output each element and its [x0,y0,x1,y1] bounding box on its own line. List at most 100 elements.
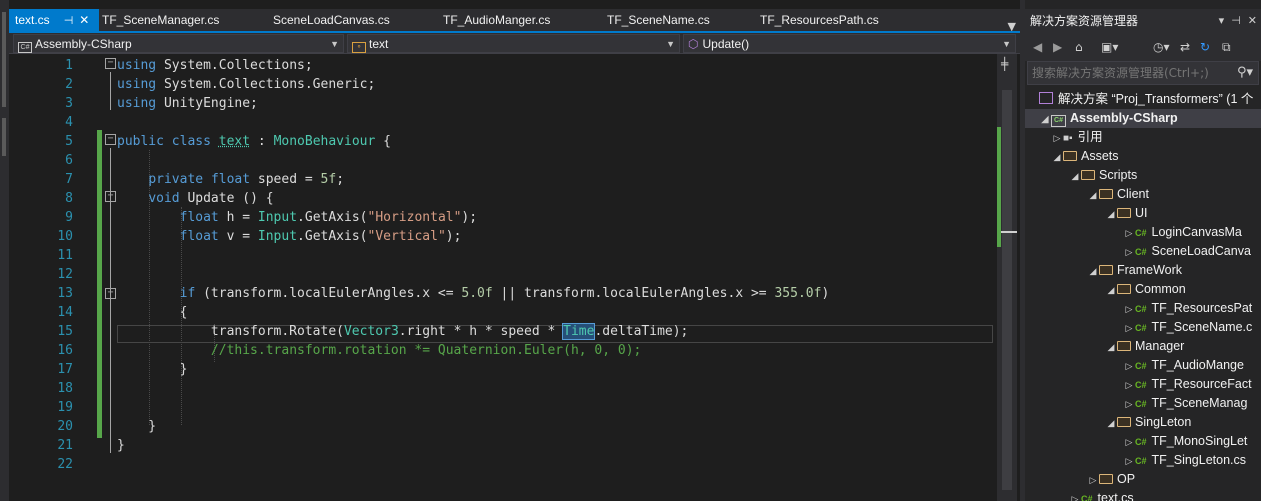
tree-item-scripts[interactable]: ◢ Scripts [1069,166,1138,186]
line-number: 6 [65,153,73,168]
code-text: using System.Collections; [117,58,313,73]
tree-item-common[interactable]: ◢ Common [1105,280,1186,299]
vertical-scrollbar[interactable]: ╪ [997,54,1017,501]
expand-arrow-icon[interactable]: ▷ [1123,300,1135,319]
dropdown-arrow-icon: ▼ [330,39,339,49]
split-icon[interactable]: ╪ [1001,57,1008,71]
type-dropdown[interactable]: ⚬ text ▼ [347,34,680,53]
collapse-arrow-icon[interactable]: ◢ [1069,167,1081,186]
line-number: 9 [65,210,73,225]
switch-views-icon[interactable]: ▣▾ [1101,40,1118,54]
search-icon[interactable]: ⚲▾ [1237,65,1253,80]
collapse-icon[interactable]: ⧉ [1222,40,1231,55]
tab-tf-audiomanger[interactable]: TF_AudioManger.cs [437,9,550,31]
tab-text-cs[interactable]: text.cs ⊣ ✕ [9,9,99,31]
tree-item-label: Common [1135,282,1186,296]
tree-item-references[interactable]: ▷ ■▪ 引用 [1051,128,1103,147]
collapse-arrow-icon[interactable]: ◢ [1105,205,1117,224]
tab-label: TF_SceneName.cs [607,13,710,27]
tree-item-op[interactable]: ▷ OP [1087,470,1136,490]
scrollbar-thumb[interactable] [1002,90,1012,490]
folder-icon [1117,208,1131,218]
expand-arrow-icon[interactable]: ▷ [1123,357,1135,376]
type-dropdown-value: text [369,37,389,51]
tab-sceneloadcanvas[interactable]: SceneLoadCanvas.cs [267,9,390,31]
csharp-file-icon: C# [1135,361,1147,371]
tree-item-label: 引用 [1077,130,1103,144]
tree-item-label: FrameWork [1117,263,1183,277]
forward-icon[interactable]: ▶ [1053,40,1062,54]
tree-item-singleton[interactable]: ◢ SingLeton [1105,413,1192,433]
collapse-arrow-icon[interactable]: ◢ [1105,414,1117,433]
solution-search-input[interactable] [1027,61,1259,85]
collapse-arrow-icon[interactable]: ◢ [1105,338,1117,357]
toolbox-tab-marker[interactable] [2,12,6,107]
member-dropdown[interactable]: ⬡ Update() ▼ [683,34,1016,53]
tree-item-file[interactable]: ▷ C# TF_ResourcesPat [1123,299,1253,319]
expand-arrow-icon[interactable]: ▷ [1123,243,1135,262]
code-text: float h = Input.GetAxis("Horizontal"); [179,210,478,225]
expand-arrow-icon[interactable]: ▷ [1123,224,1135,243]
collapse-arrow-icon[interactable]: ◢ [1051,148,1063,167]
navigation-bar: C# Assembly-CSharp ▼ ⚬ text ▼ ⬡ Update() ▼ [9,33,1020,54]
tree-item-framework[interactable]: ◢ FrameWork [1087,261,1183,281]
line-number: 13 [57,286,73,301]
expand-arrow-icon[interactable]: ▷ [1087,471,1099,490]
tree-item-client[interactable]: ◢ Client [1087,185,1149,204]
tab-tf-scenemanager[interactable]: TF_SceneManager.cs [96,9,219,31]
tab-tf-scenename[interactable]: TF_SceneName.cs [601,9,710,31]
expand-arrow-icon[interactable]: ▷ [1123,395,1135,414]
line-number: 22 [57,457,73,472]
close-icon[interactable]: ✕ [1248,14,1257,27]
expand-arrow-icon[interactable]: ▷ [1123,433,1135,452]
code-text: //this.transform.rotation *= Quaternion.… [210,343,642,358]
dropdown-arrow-icon: ▼ [1002,39,1011,49]
collapse-arrow-icon[interactable]: ◢ [1039,110,1051,129]
tree-item-assets[interactable]: ◢ Assets [1051,147,1119,166]
tree-item-ui[interactable]: ◢ UI [1105,204,1148,223]
collapse-arrow-icon[interactable]: ◢ [1087,262,1099,281]
refresh-icon[interactable]: ↻ [1200,40,1210,54]
tree-item-manager[interactable]: ◢ Manager [1105,337,1185,357]
tree-item-project[interactable]: ◢ C# Assembly-CSharp [1025,109,1261,128]
tree-item-file[interactable]: ▷ C# TF_SceneManag [1123,394,1248,414]
close-icon[interactable]: ✕ [79,9,89,31]
expand-arrow-icon[interactable]: ▷ [1051,129,1063,148]
panel-controls: ▾ ⊣ ✕ [1219,9,1257,33]
line-number: 8 [65,191,73,206]
folder-icon [1117,341,1131,351]
expand-arrow-icon[interactable]: ▷ [1123,319,1135,338]
pin-icon[interactable]: ⊣ [64,10,74,32]
toolbox-strip[interactable] [0,0,9,501]
code-text-area[interactable]: − − − − 1 using System.Collections; 2 usin… [9,54,997,501]
tree-item-label: TF_SceneName.c [1151,320,1253,334]
code-line: 17 } [9,360,997,379]
tree-item-file[interactable]: ▷ C# TF_SceneName.c [1123,318,1253,338]
tree-item-file[interactable]: ▷ C# TF_MonoSingLet [1123,432,1248,452]
tree-item-file[interactable]: ▷ C# LoginCanvasMa [1123,223,1242,242]
code-line: 8 void Update () { [9,189,997,208]
tab-tf-resourcespath[interactable]: TF_ResourcesPath.cs [754,9,879,31]
back-icon[interactable]: ◀ [1033,40,1042,54]
tree-item-file[interactable]: ▷ C# TF_AudioMange [1123,356,1244,375]
expand-arrow-icon[interactable]: ▷ [1123,452,1135,471]
tree-item-file[interactable]: ▷ C# SceneLoadCanva [1123,242,1251,261]
tree-item-solution[interactable]: 解决方案 “Proj_Transformers” (1 个 [1039,90,1253,109]
history-icon[interactable]: ◷▾ [1153,40,1170,54]
tree-item-file[interactable]: ▷ C# TF_ResourceFact [1123,375,1252,394]
project-dropdown[interactable]: C# Assembly-CSharp ▼ [13,34,344,53]
sync-icon[interactable]: ⇄ [1180,40,1190,54]
tree-item-file[interactable]: ▷ C# text.cs [1069,489,1134,501]
dropdown-arrow-icon[interactable]: ▾ [1219,14,1225,27]
method-icon: ⬡ [688,37,699,51]
collapse-arrow-icon[interactable]: ◢ [1105,281,1117,300]
tree-item-file[interactable]: ▷ C# TF_SingLeton.cs [1123,451,1246,470]
collapse-arrow-icon[interactable]: ◢ [1087,186,1099,205]
pin-icon[interactable]: ⊣ [1231,14,1241,27]
expand-arrow-icon[interactable]: ▷ [1123,376,1135,395]
code-text: float v = Input.GetAxis("Vertical"); [179,229,462,244]
home-icon[interactable]: ⌂ [1075,40,1083,54]
expand-arrow-icon[interactable]: ▷ [1069,490,1081,501]
server-explorer-tab-marker[interactable] [2,118,6,156]
line-number: 5 [65,134,73,149]
